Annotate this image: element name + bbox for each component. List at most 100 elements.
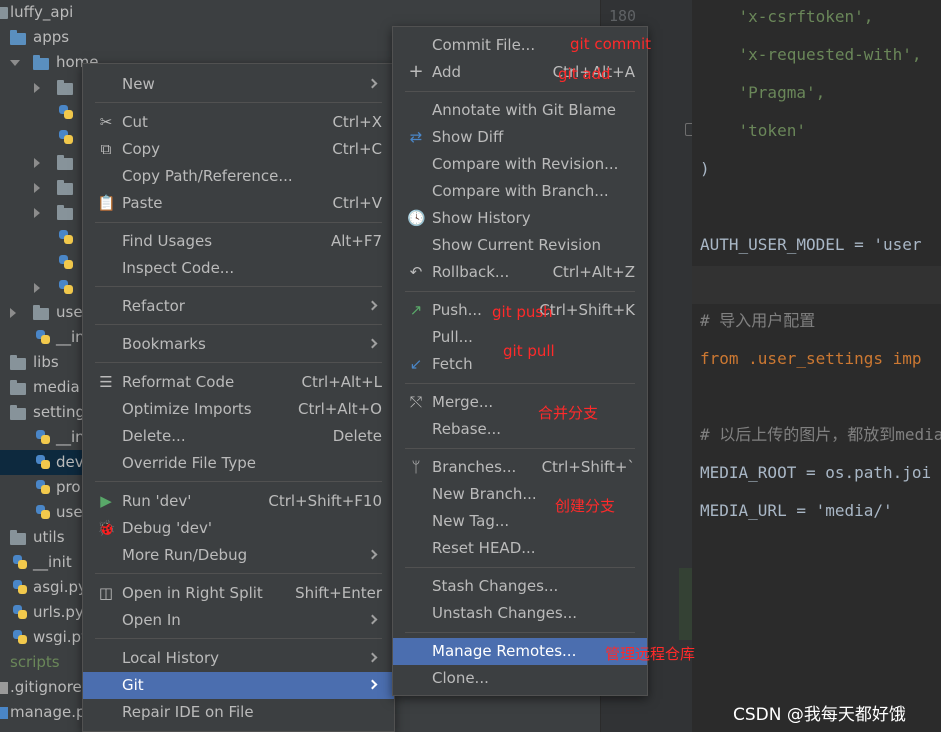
annotation-add: git add (558, 65, 611, 83)
folder-icon (33, 305, 49, 320)
menu-item-label: Copy (122, 140, 161, 158)
folder-icon (57, 205, 73, 220)
menu-item-shortcut: Alt+F7 (330, 232, 382, 250)
folder-icon (10, 405, 26, 420)
menu-item-optimize-imports[interactable]: Optimize Imports Ctrl+Alt+O (83, 396, 394, 423)
menu-item-compare-branch[interactable]: Compare with Branch... (393, 178, 647, 205)
change-marker (679, 568, 692, 640)
menu-item-show-current-revision[interactable]: Show Current Revision (393, 232, 647, 259)
menu-item-find-usages[interactable]: Find Usages Alt+F7 (83, 228, 394, 255)
menu-item-rollback[interactable]: ↶ Rollback... Ctrl+Alt+Z (393, 259, 647, 286)
menu-item-label: Reset HEAD... (432, 539, 536, 557)
expand-arrow-icon[interactable] (10, 60, 20, 66)
expand-arrow-icon[interactable] (34, 283, 40, 293)
expand-arrow-icon[interactable] (34, 183, 40, 193)
tree-item-label: __init (33, 553, 72, 571)
menu-item-local-history[interactable]: Local History (83, 645, 394, 672)
menu-item-new[interactable]: New (83, 71, 394, 98)
menu-item-label: Show History (432, 209, 531, 227)
menu-item-annotate[interactable]: Annotate with Git Blame (393, 97, 647, 124)
branch-icon: ᛘ (411, 458, 421, 476)
plus-icon: + (408, 61, 424, 82)
menu-item-label: Stash Changes... (432, 577, 559, 595)
menu-item-more-run-debug[interactable]: More Run/Debug (83, 542, 394, 569)
code-editor[interactable]: 'x-csrftoken', 'x-requested-with', 'Prag… (692, 0, 941, 732)
python-file-icon (35, 479, 51, 495)
expand-arrow-icon[interactable] (34, 83, 40, 93)
tree-item-label: scripts (10, 653, 60, 671)
menu-item-copy-path[interactable]: Copy Path/Reference... (83, 163, 394, 190)
menu-item-shortcut: Ctrl+Shift+F10 (268, 492, 382, 510)
menu-item-reset-head[interactable]: Reset HEAD... (393, 535, 647, 562)
menu-item-open-in[interactable]: Open In (83, 607, 394, 634)
menu-item-clone[interactable]: Clone... (393, 665, 647, 692)
menu-item-label: Cut (122, 113, 148, 131)
expand-arrow-icon[interactable] (10, 308, 16, 318)
expand-arrow-icon[interactable] (34, 208, 40, 218)
menu-item-label: Inspect Code... (122, 259, 235, 277)
menu-item-rebase[interactable]: Rebase... (393, 416, 647, 443)
menu-item-label: Commit File... (432, 36, 536, 54)
menu-item-shortcut: Ctrl+X (332, 113, 382, 131)
menu-item-stash[interactable]: Stash Changes... (393, 573, 647, 600)
menu-item-branches[interactable]: ᛘ Branches... Ctrl+Shift+` (393, 454, 647, 481)
menu-item-run[interactable]: ▶ Run 'dev' Ctrl+Shift+F10 (83, 488, 394, 515)
menu-separator (405, 91, 635, 92)
menu-separator (405, 632, 635, 633)
menu-item-compare-revision[interactable]: Compare with Revision... (393, 151, 647, 178)
tree-item-label: manage.p (10, 703, 86, 721)
split-icon: ◫ (98, 584, 114, 602)
python-file-icon (12, 629, 28, 645)
menu-item-shortcut: Ctrl+Shift+` (541, 458, 635, 476)
menu-item-label: Merge... (432, 393, 494, 411)
fetch-icon: ↙ (409, 355, 423, 373)
menu-item-repair-ide[interactable]: Repair IDE on File (83, 699, 394, 726)
menu-item-merge[interactable]: ⤲ Merge... (393, 389, 647, 416)
menu-item-override-file-type[interactable]: Override File Type (83, 450, 394, 477)
menu-item-git[interactable]: Git (83, 672, 394, 699)
menu-separator (405, 383, 635, 384)
menu-item-reformat-code[interactable]: ☰ Reformat Code Ctrl+Alt+L (83, 369, 394, 396)
python-file-icon (12, 604, 28, 620)
tree-item-root[interactable]: luffy_api (0, 0, 600, 25)
tree-item-label: apps (33, 28, 70, 46)
tree-item-label: media (33, 378, 80, 396)
chevron-right-icon (367, 549, 378, 560)
menu-item-debug[interactable]: 🐞 Debug 'dev' (83, 515, 394, 542)
annotation-commit: git commit (570, 35, 652, 53)
folder-icon (10, 30, 26, 45)
copy-icon: ⧉ (100, 140, 112, 158)
menu-item-show-diff[interactable]: ⇄ Show Diff (393, 124, 647, 151)
chevron-right-icon (367, 300, 378, 311)
code-line: MEDIA_ROOT = os.path.joi (700, 463, 932, 482)
menu-item-label: Git (122, 676, 144, 694)
annotation-branch: 创建分支 (555, 497, 616, 515)
chevron-right-icon (367, 652, 378, 663)
menu-item-bookmarks[interactable]: Bookmarks (83, 331, 394, 358)
menu-item-label: Refactor (122, 297, 185, 315)
tree-item-label: asgi.py (33, 578, 87, 596)
menu-item-label: Manage Remotes... (432, 642, 577, 660)
menu-item-label: Local History (122, 649, 220, 667)
menu-item-inspect-code[interactable]: Inspect Code... (83, 255, 394, 282)
menu-item-delete[interactable]: Delete... Delete (83, 423, 394, 450)
reformat-icon: ☰ (99, 373, 113, 391)
chevron-right-icon (367, 679, 378, 690)
code-line: 'token' (700, 121, 806, 140)
menu-item-label: New Tag... (432, 512, 510, 530)
menu-item-show-history[interactable]: 🕓 Show History (393, 205, 647, 232)
menu-item-label: Rebase... (432, 420, 502, 438)
file-icon (0, 682, 8, 694)
code-line: 'Pragma', (700, 83, 826, 102)
menu-item-label: Fetch (432, 355, 473, 373)
menu-item-paste[interactable]: 📋 Paste Ctrl+V (83, 190, 394, 217)
expand-arrow-icon[interactable] (34, 158, 40, 168)
menu-item-cut[interactable]: ✂ Cut Ctrl+X (83, 109, 394, 136)
python-file-icon (35, 329, 51, 345)
tree-item-label: urls.py (33, 603, 84, 621)
menu-item-open-right-split[interactable]: ◫ Open in Right Split Shift+Enter (83, 580, 394, 607)
menu-item-copy[interactable]: ⧉ Copy Ctrl+C (83, 136, 394, 163)
menu-item-refactor[interactable]: Refactor (83, 293, 394, 320)
menu-item-unstash[interactable]: Unstash Changes... (393, 600, 647, 627)
python-file-icon (35, 429, 51, 445)
